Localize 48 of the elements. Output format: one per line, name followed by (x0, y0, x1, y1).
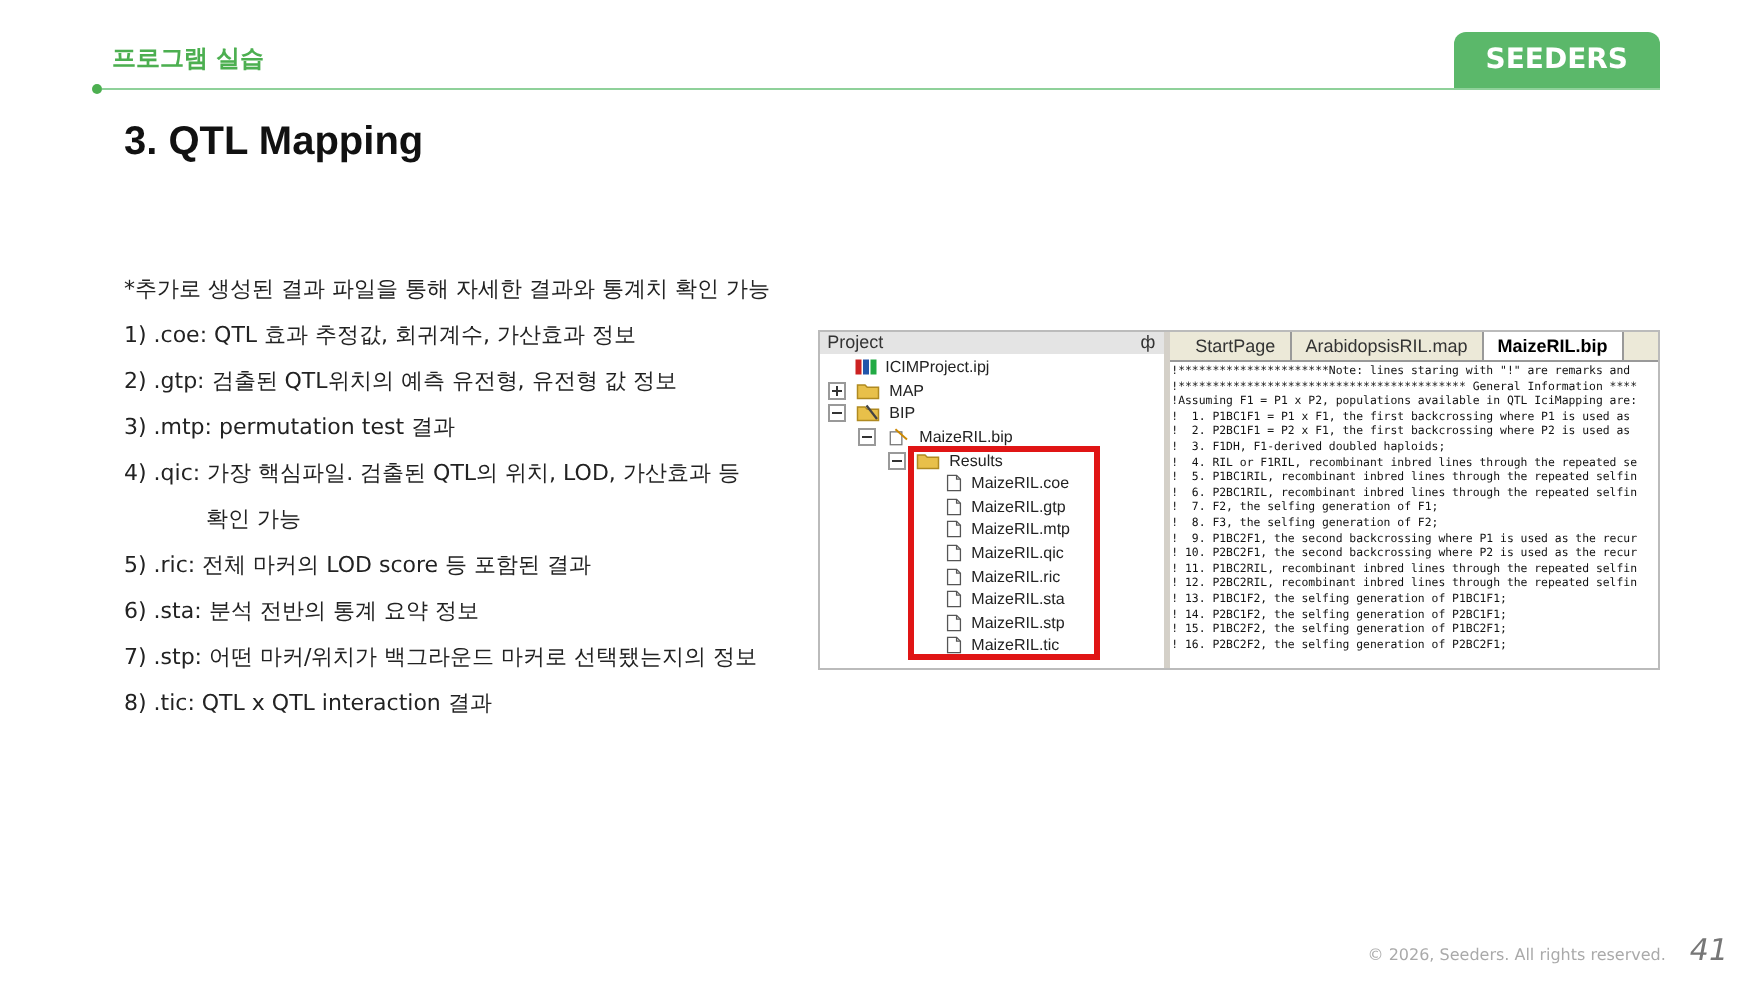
copyright-text: © 2026, Seeders. All rights reserved. (1367, 946, 1666, 964)
list-item: 4) .qic: 가장 핵심파일. 검출된 QTL의 위치, LOD, 가산효과 등 (124, 458, 742, 490)
tree-item[interactable]: MAP (889, 381, 924, 400)
project-icon (851, 358, 880, 377)
file-icon (941, 613, 966, 632)
tree-item[interactable]: MaizeRIL.mtp (971, 520, 1071, 539)
tree-item[interactable]: MaizeRIL.tic (971, 636, 1060, 655)
brand-badge: SEEDERS (1453, 32, 1660, 88)
intro-text: *추가로 생성된 결과 파일을 통해 자세한 결과와 통계치 확인 가능 (124, 274, 772, 306)
document-tab[interactable]: MaizeRIL.bip (1483, 332, 1624, 360)
tree-item[interactable]: ICIMProject.ipj (885, 358, 990, 377)
tree-item[interactable]: BIP (889, 404, 916, 423)
list-item: 8) .tic: QTL x QTL interaction 결과 (124, 688, 494, 720)
expander-icon[interactable] (887, 451, 906, 470)
section-label: 프로그램 실습 (112, 42, 265, 76)
list-item: 6) .sta: 분석 전반의 통계 요약 정보 (124, 596, 481, 628)
folder-icon (911, 451, 944, 470)
tree-item[interactable]: MaizeRIL.sta (971, 590, 1065, 609)
file-icon (941, 497, 966, 516)
tree-item[interactable]: MaizeRIL.stp (971, 613, 1065, 632)
folder-icon (851, 381, 884, 400)
tree-item[interactable]: MaizeRIL.bip (919, 428, 1013, 447)
pin-button[interactable]: ф (1140, 332, 1156, 354)
expander-icon[interactable] (827, 404, 846, 423)
panel-title: Project (827, 332, 884, 354)
expander-icon[interactable] (857, 428, 876, 447)
document-tab[interactable]: StartPage (1181, 332, 1292, 360)
file-icon (941, 636, 966, 655)
list-item: 1) .coe: QTL 효과 추정값, 회귀계수, 가산효과 정보 (124, 320, 639, 352)
slide-title: 3. QTL Mapping (124, 120, 426, 166)
expander-icon[interactable] (827, 381, 846, 400)
file-icon (941, 520, 966, 539)
page-number: 41 (1689, 932, 1728, 968)
tree-item[interactable]: MaizeRIL.ric (971, 567, 1061, 586)
tree-item[interactable]: Results (949, 451, 1003, 470)
list-item: 3) .mtp: permutation test 결과 (124, 412, 458, 444)
list-item-continuation: 확인 가능 (204, 504, 303, 536)
folder-icon (851, 404, 884, 423)
file-icon (941, 474, 966, 493)
tree-item[interactable]: MaizeRIL.gtp (971, 497, 1066, 516)
file-icon (941, 590, 966, 609)
list-item: 7) .stp: 어떤 마커/위치가 백그라운드 마커로 선택됐는지의 정보 (124, 642, 760, 674)
tree-item[interactable]: MaizeRIL.qic (971, 544, 1064, 563)
list-item: 5) .ric: 전체 마커의 LOD score 등 포함된 결과 (124, 550, 594, 582)
tree-item[interactable]: MaizeRIL.coe (971, 474, 1070, 493)
file-icon (941, 544, 966, 563)
file-icon (941, 567, 966, 586)
list-item: 2) .gtp: 검출된 QTL위치의 예측 유전형, 유전형 값 정보 (124, 366, 680, 398)
